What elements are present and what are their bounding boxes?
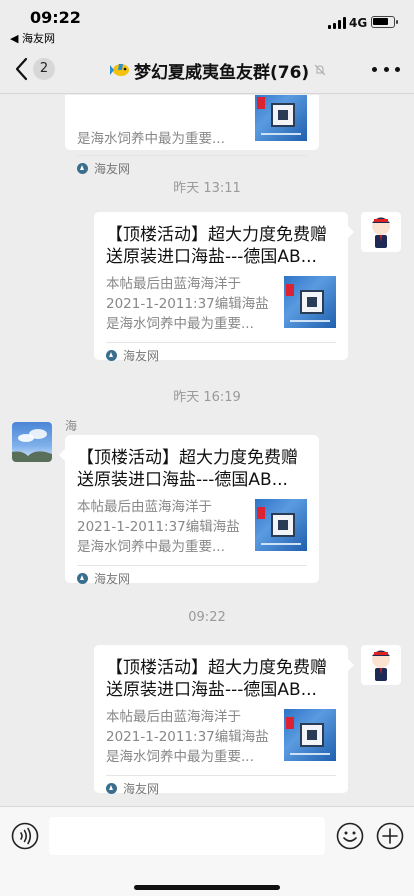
network-type: 4G: [349, 16, 368, 30]
message-timestamp: 昨天 13:11: [173, 181, 241, 196]
card-title: 【顶楼活动】超大力度免费赠送原装进口海盐---德国AB...: [77, 448, 298, 490]
card-source: 海友网: [77, 565, 307, 591]
chevron-left-icon: [15, 57, 28, 81]
sender-name: 海: [65, 419, 78, 433]
emoji-icon: [336, 822, 364, 850]
card-source-label: 海友网: [94, 162, 131, 176]
chat-title-area[interactable]: 梦幻夏威夷鱼友群(76): [110, 59, 327, 83]
site-logo-icon: [77, 573, 88, 584]
voice-button[interactable]: [11, 822, 39, 850]
message-timestamp: 09:22: [188, 610, 226, 625]
nav-bar: 2 梦幻夏威夷鱼友群(76): [0, 44, 414, 94]
mute-bell-icon: [314, 64, 326, 76]
battery-icon: [371, 16, 398, 28]
link-card-message[interactable]: 【顶楼活动】超大力度免费赠送原装进口海盐---德国AB... 本帖最后由蓝海海洋…: [59, 435, 319, 586]
site-logo-icon: [106, 350, 117, 361]
avatar[interactable]: [361, 212, 401, 252]
home-indicator[interactable]: [134, 885, 280, 890]
card-source-label: 海友网: [123, 349, 160, 363]
card-source: 海友网: [106, 342, 336, 368]
link-card-message[interactable]: 【顶楼活动】超大力度免费赠送原装进口海盐---德国AB... 本帖最后由蓝海海洋…: [94, 212, 354, 363]
card-description: 本帖最后由蓝海海洋于2021-1-2011:37编辑海盐是海水饲养中最为重要..…: [106, 709, 269, 765]
message-text-input[interactable]: [49, 817, 325, 855]
avatar[interactable]: [361, 645, 401, 685]
card-source: 海友网: [106, 775, 336, 801]
chat-title: 梦幻夏威夷鱼友群(76): [134, 62, 310, 83]
sky-photo-icon: [12, 429, 52, 462]
card-source-label: 海友网: [123, 782, 160, 796]
more-options-button[interactable]: [372, 56, 400, 82]
card-thumbnail: [284, 276, 336, 328]
voice-icon: [11, 822, 39, 850]
more-functions-button[interactable]: [376, 822, 404, 850]
avatar[interactable]: [12, 422, 52, 462]
card-thumbnail: [255, 499, 307, 551]
card-title: 【顶楼活动】超大力度免费赠送原装进口海盐---德国AB...: [106, 225, 327, 267]
plus-icon: [376, 822, 404, 850]
status-bar: 09:22 ◀ 海友网 4G: [0, 0, 414, 45]
card-description: 本帖最后由蓝海海洋于2021-1-2011:37编辑海盐是海水饲养中最为重要..…: [77, 499, 240, 555]
message-timestamp: 昨天 16:19: [173, 390, 241, 405]
card-title: 【顶楼活动】超大力度免费赠送原装进口海盐---德国AB...: [106, 658, 327, 700]
link-card-message[interactable]: 【顶楼活动】超大力度免费赠送原装进口海盐---德国AB... 本帖最后由蓝海海洋…: [94, 645, 354, 796]
status-time: 09:22: [30, 8, 81, 27]
card-description: 本帖最后由蓝海海洋于2021-1-2011:37编辑海盐是海水饲养中最为重要..…: [106, 276, 269, 332]
back-button[interactable]: [12, 56, 32, 82]
more-dots-icon: [372, 66, 377, 72]
unread-count-badge[interactable]: 2: [33, 58, 55, 80]
card-description: 是海水饲养中最为重要...: [77, 131, 225, 147]
message-input-bar: [0, 806, 414, 896]
site-logo-icon: [77, 163, 88, 174]
card-thumbnail: [284, 709, 336, 761]
emoji-button[interactable]: [336, 822, 364, 850]
chat-message-list[interactable]: 是海水饲养中最为重要... 海友网 昨天 13:11 【顶楼活动】超大力度免费赠…: [0, 95, 414, 805]
card-thumbnail: [255, 95, 307, 141]
card-source-label: 海友网: [94, 572, 131, 586]
avatar-cartoon-icon: [372, 650, 390, 681]
site-logo-icon: [106, 783, 117, 794]
link-card-message[interactable]: 是海水饲养中最为重要... 海友网: [65, 95, 319, 176]
avatar-cartoon-icon: [372, 217, 390, 248]
signal-icon: [328, 17, 346, 29]
fish-icon: [110, 64, 129, 76]
